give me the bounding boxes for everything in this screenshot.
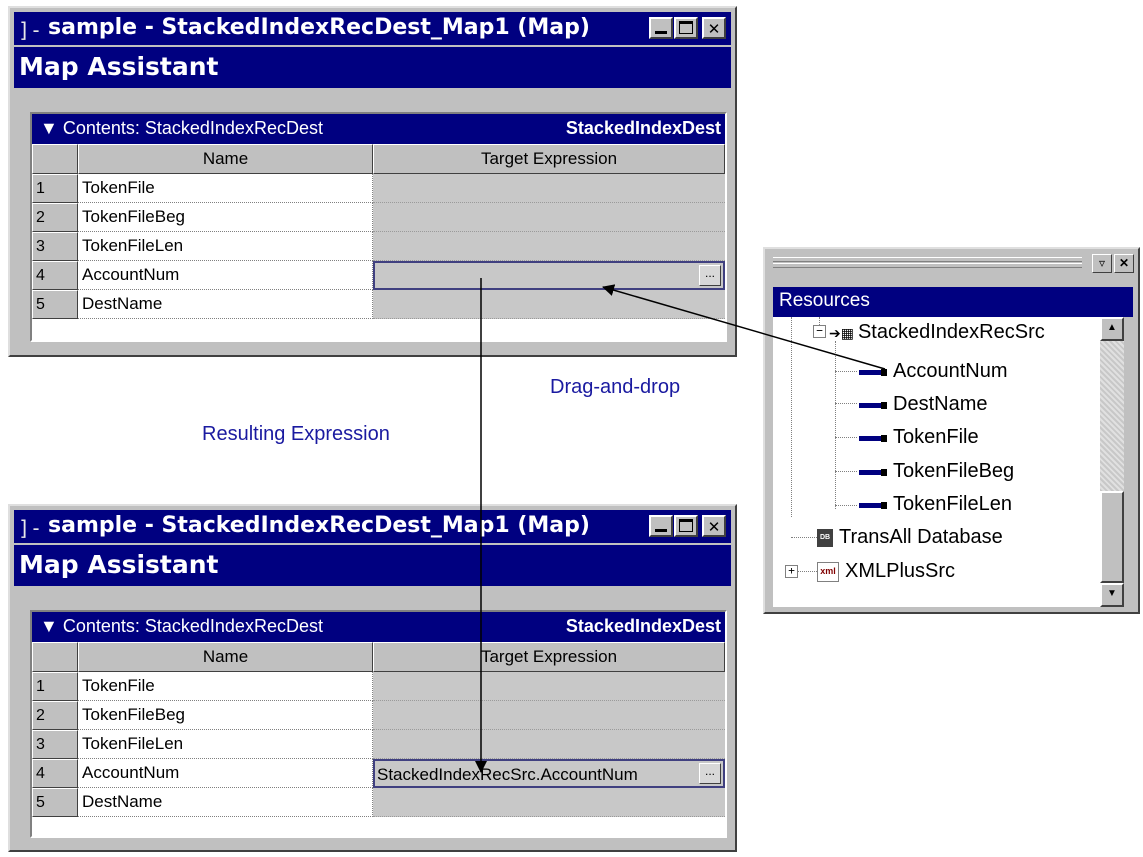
- drag-arrow: [602, 284, 886, 370]
- annotation-arrows: [475, 278, 886, 773]
